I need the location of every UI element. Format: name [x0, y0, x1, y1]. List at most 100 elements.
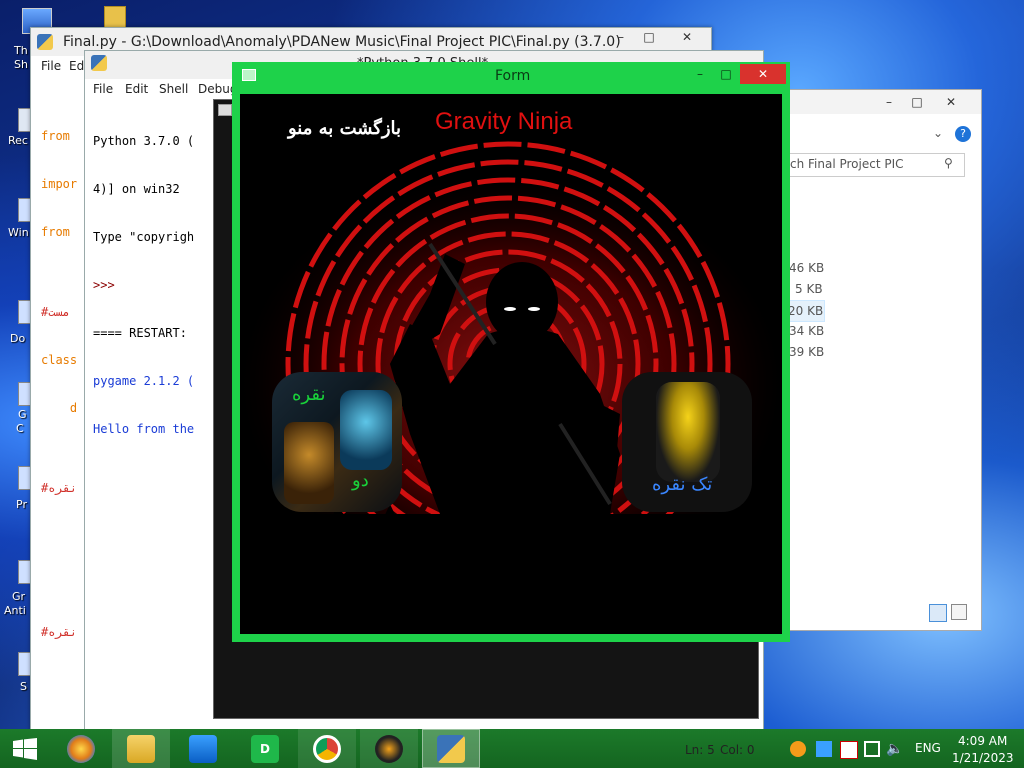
code-line: d: [41, 401, 78, 415]
two-player-button[interactable]: نقره دو: [272, 372, 402, 512]
taskbar-gom-player[interactable]: [360, 729, 418, 768]
start-button[interactable]: [0, 729, 50, 768]
form-window-icon: [242, 69, 256, 81]
maximize-button[interactable]: □: [635, 28, 663, 46]
taskbar-python[interactable]: [422, 729, 480, 768]
fighter-image-blue: [340, 390, 392, 470]
ninja-silhouette: [390, 242, 630, 594]
menu-shell[interactable]: Shell: [159, 82, 188, 96]
menu-file[interactable]: File: [93, 82, 113, 96]
menu-file[interactable]: File: [41, 59, 61, 73]
file-size: 34 KB: [789, 324, 825, 338]
search-placeholder: ch Final Project PIC: [790, 157, 904, 171]
shell-status-ln-taskbar: Ln: 5: [685, 743, 715, 757]
maximize-button[interactable]: □: [712, 65, 740, 83]
idle-editor-title: Final.py - G:\Download\Anomaly\PDANew Mu…: [63, 34, 621, 50]
desktop-label-3: Win: [8, 226, 29, 239]
desktop-label-5: G: [18, 408, 27, 421]
single-player-button[interactable]: تک نقره: [622, 372, 752, 512]
windows-logo-icon: [13, 737, 37, 760]
close-button[interactable]: ✕: [937, 93, 965, 111]
remote-desktop-icon: [189, 734, 217, 763]
search-input[interactable]: ch Final Project PIC ⚲: [783, 153, 965, 177]
desktop-label-9: Anti: [4, 604, 26, 617]
explorer-window: – □ ✕ ⌄ ? ch Final Project PIC ⚲ 46 KB 5…: [760, 89, 982, 631]
idle-code-area[interactable]: from impor from #مست class d: [41, 96, 77, 448]
form-window: Form – □ ✕ بازگشت به منو Gravity Ninja ن…: [232, 62, 790, 642]
back-to-menu-button[interactable]: بازگشت به منو: [288, 118, 401, 139]
desktop-label-4: Do: [10, 332, 26, 345]
file-size: 20 KB: [788, 304, 824, 318]
code-line: #مست: [41, 305, 70, 319]
desktop-label-1: Sh: [14, 58, 28, 71]
game-title: Gravity Ninja: [435, 108, 573, 135]
form-titlebar[interactable]: Form – □ ✕: [232, 62, 790, 88]
fighter-image-gold: [284, 422, 334, 504]
minimize-button[interactable]: –: [686, 65, 714, 83]
taskbar-downloader[interactable]: D: [236, 729, 294, 768]
code-line: class: [41, 353, 78, 367]
python-icon: [437, 734, 465, 763]
desktop-label-0: Th: [14, 44, 28, 57]
desktop-label-8: Gr: [12, 590, 26, 603]
file-size: 39 KB: [789, 345, 825, 359]
clock-time[interactable]: 4:09 AM: [958, 734, 1007, 748]
maximize-button[interactable]: □: [903, 93, 931, 111]
shell-line: Python 3.7.0 (: [93, 134, 195, 148]
chevron-down-icon[interactable]: ⌄: [933, 126, 943, 140]
desktop-label-2: Rec: [8, 134, 28, 147]
ninja-eye: [504, 307, 516, 311]
menu-edit[interactable]: Edit: [125, 82, 148, 96]
large-icons-view-icon[interactable]: [951, 604, 967, 620]
close-button[interactable]: ✕: [740, 64, 786, 84]
action-center-icon[interactable]: [840, 741, 858, 759]
gom-player-icon: [375, 734, 403, 763]
folder-icon: [127, 734, 155, 763]
desktop-label-10: S: [20, 680, 27, 693]
pygame-window-icon: [218, 104, 232, 116]
python-icon: [91, 55, 107, 71]
search-icon: ⚲: [944, 156, 953, 170]
code-line: from: [41, 225, 78, 239]
volume-icon[interactable]: 🔈: [886, 741, 903, 757]
tray-icon-app[interactable]: [790, 741, 806, 757]
taskbar-remote[interactable]: [174, 729, 232, 768]
code-comment: #نقره: [41, 625, 78, 639]
clock-date[interactable]: 1/21/2023: [952, 751, 1014, 765]
download-manager-icon: D: [251, 734, 279, 763]
taskbar-chrome[interactable]: [298, 729, 356, 768]
ninja-eye: [528, 307, 540, 311]
network-icon[interactable]: [864, 741, 880, 757]
single-player-label: تک نقره: [652, 474, 713, 495]
game-canvas: بازگشت به منو Gravity Ninja نقره دو تک ن…: [240, 94, 782, 634]
tray-icon-network-share[interactable]: [816, 741, 832, 757]
shell-line: pygame 2.1.2 (: [93, 374, 195, 388]
paint-icon: [67, 734, 95, 763]
explorer-titlebar[interactable]: – □ ✕: [761, 90, 981, 114]
shell-status-col: Col: 0: [720, 743, 755, 757]
close-button[interactable]: ✕: [667, 28, 707, 46]
fighter-image-yellow: [656, 382, 720, 482]
taskbar-paint[interactable]: [52, 729, 110, 768]
shell-line: 4)] on win32: [93, 182, 180, 196]
shell-line: Hello from the: [93, 422, 195, 436]
minimize-button[interactable]: –: [875, 93, 903, 111]
python-icon: [37, 34, 53, 50]
shell-prompt: >>>: [93, 278, 115, 292]
details-view-icon[interactable]: [929, 604, 947, 622]
shell-line: Type "copyrigh: [93, 230, 195, 244]
chrome-icon: [313, 734, 341, 763]
file-size: 5 KB: [795, 282, 823, 296]
taskbar-file-explorer[interactable]: [112, 729, 170, 768]
menu-edit[interactable]: Ed: [69, 59, 84, 73]
help-icon[interactable]: ?: [955, 126, 971, 142]
file-size: 46 KB: [789, 261, 825, 275]
two-player-label-bottom: دو: [352, 470, 369, 491]
desktop-label-6: C: [16, 422, 24, 435]
code-comment: #نقره: [41, 481, 78, 495]
desktop-label-7: Pr: [16, 498, 27, 511]
language-indicator[interactable]: ENG: [915, 741, 941, 755]
minimize-button[interactable]: –: [607, 28, 635, 46]
shell-output[interactable]: Python 3.7.0 ( 4)] on win32 Type "copyri…: [93, 101, 194, 469]
two-player-label-top: نقره: [292, 384, 326, 405]
